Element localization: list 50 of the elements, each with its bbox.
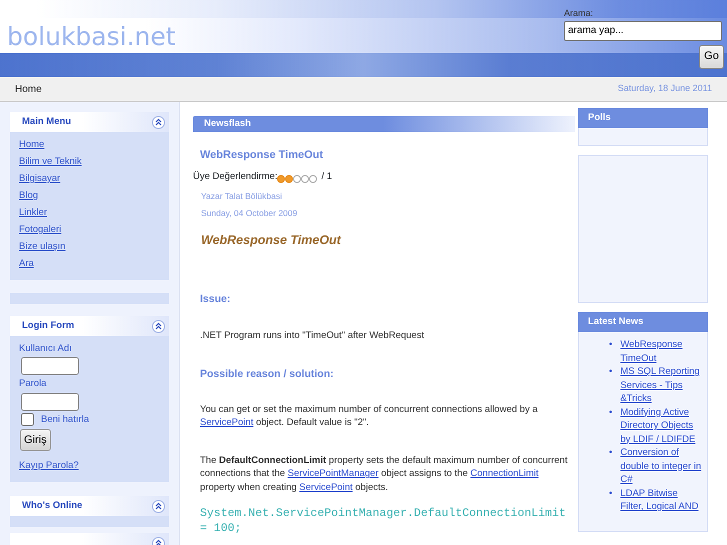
- paragraph: The DefaultConnectionLimit property sets the default maximum number of concurrent connections that the ServicePointManager object assigns to the ConnectionLimit property when creating ServicePoint objects.: [200, 454, 568, 494]
- inline-link[interactable]: ServicePointManager: [288, 468, 378, 480]
- menu-link[interactable]: Fotogaleri: [19, 221, 160, 238]
- search-field[interactable]: arama yap...: [564, 20, 722, 40]
- section-heading: Possible reason / solution:: [200, 366, 335, 381]
- article-title[interactable]: WebResponse TimeOut: [200, 148, 575, 162]
- menu-link[interactable]: Bilgisayar: [19, 170, 160, 187]
- votes-count: / 1: [321, 170, 332, 184]
- section-heading: Issue:: [200, 292, 232, 306]
- newsflash-header: Newsflash: [193, 116, 575, 132]
- module-title: Who's Online: [22, 499, 82, 514]
- rating-label: Üye Değerlendirme:: [193, 170, 278, 184]
- menu-link[interactable]: Blog: [19, 187, 160, 204]
- menu-link[interactable]: Bilim ve Teknik: [19, 153, 160, 170]
- paragraph: .NET Program runs into "TimeOut" after WebRequest: [200, 329, 426, 343]
- bullet-mark: •: [609, 446, 612, 460]
- menu-link[interactable]: Bize ulaşın: [19, 238, 160, 255]
- menu-link[interactable]: Home: [19, 136, 160, 153]
- code-line: System.Net.ServicePointManager.DefaultConnectionLimit = 100;: [200, 506, 567, 536]
- latest-news-header: Latest News: [578, 312, 708, 332]
- password-label: Parola: [19, 377, 48, 392]
- bullet-mark: •: [609, 338, 612, 352]
- username-label: Kullanıcı Adı: [19, 342, 73, 356]
- menu-link[interactable]: Ara: [19, 255, 160, 272]
- module-title: Main Menu: [22, 114, 72, 129]
- news-link[interactable]: MS SQL Reporting Services - Tips &Tricks: [620, 365, 703, 406]
- lost-password-link[interactable]: Kayıp Parola?: [19, 457, 160, 474]
- news-link[interactable]: Modifying Active Directory Objects by LDIF / LDIFDE: [620, 406, 703, 446]
- article-date: Sunday, 04 October 2009: [201, 207, 298, 220]
- menu-link[interactable]: Linkler: [19, 204, 160, 221]
- bullet-mark: •: [609, 365, 612, 379]
- polls-header: Polls: [578, 108, 708, 128]
- bullet-mark: •: [609, 486, 612, 500]
- breadcrumb[interactable]: Home: [15, 82, 42, 96]
- login-button[interactable]: Giriş: [20, 428, 51, 452]
- news-link[interactable]: LDAP Bitwise Filter, Logical AND: [620, 486, 703, 514]
- search-label: Arama:: [564, 7, 594, 20]
- article-heading: WebResponse TimeOut: [201, 232, 342, 248]
- inline-link[interactable]: ServicePoint: [299, 482, 353, 493]
- go-button[interactable]: Go: [699, 44, 724, 68]
- paragraph: You can get or set the maximum number of concurrent connections allowed by a ServicePoint object. Default value is "2".: [200, 402, 539, 430]
- news-link[interactable]: Conversion of double to integer in C#: [620, 446, 703, 486]
- author-text: Yazar Talat Bölükbasi: [201, 190, 283, 204]
- remember-label: Beni hatırla: [41, 412, 90, 426]
- inline-link[interactable]: ConnectionLimit: [470, 468, 539, 480]
- bullet-mark: •: [609, 406, 612, 420]
- module-title: Login Form: [22, 318, 74, 333]
- inline-link[interactable]: ServicePoint: [200, 417, 254, 428]
- news-link[interactable]: WebResponse TimeOut: [620, 338, 703, 365]
- date-text: Saturday, 18 June 2011: [618, 82, 712, 96]
